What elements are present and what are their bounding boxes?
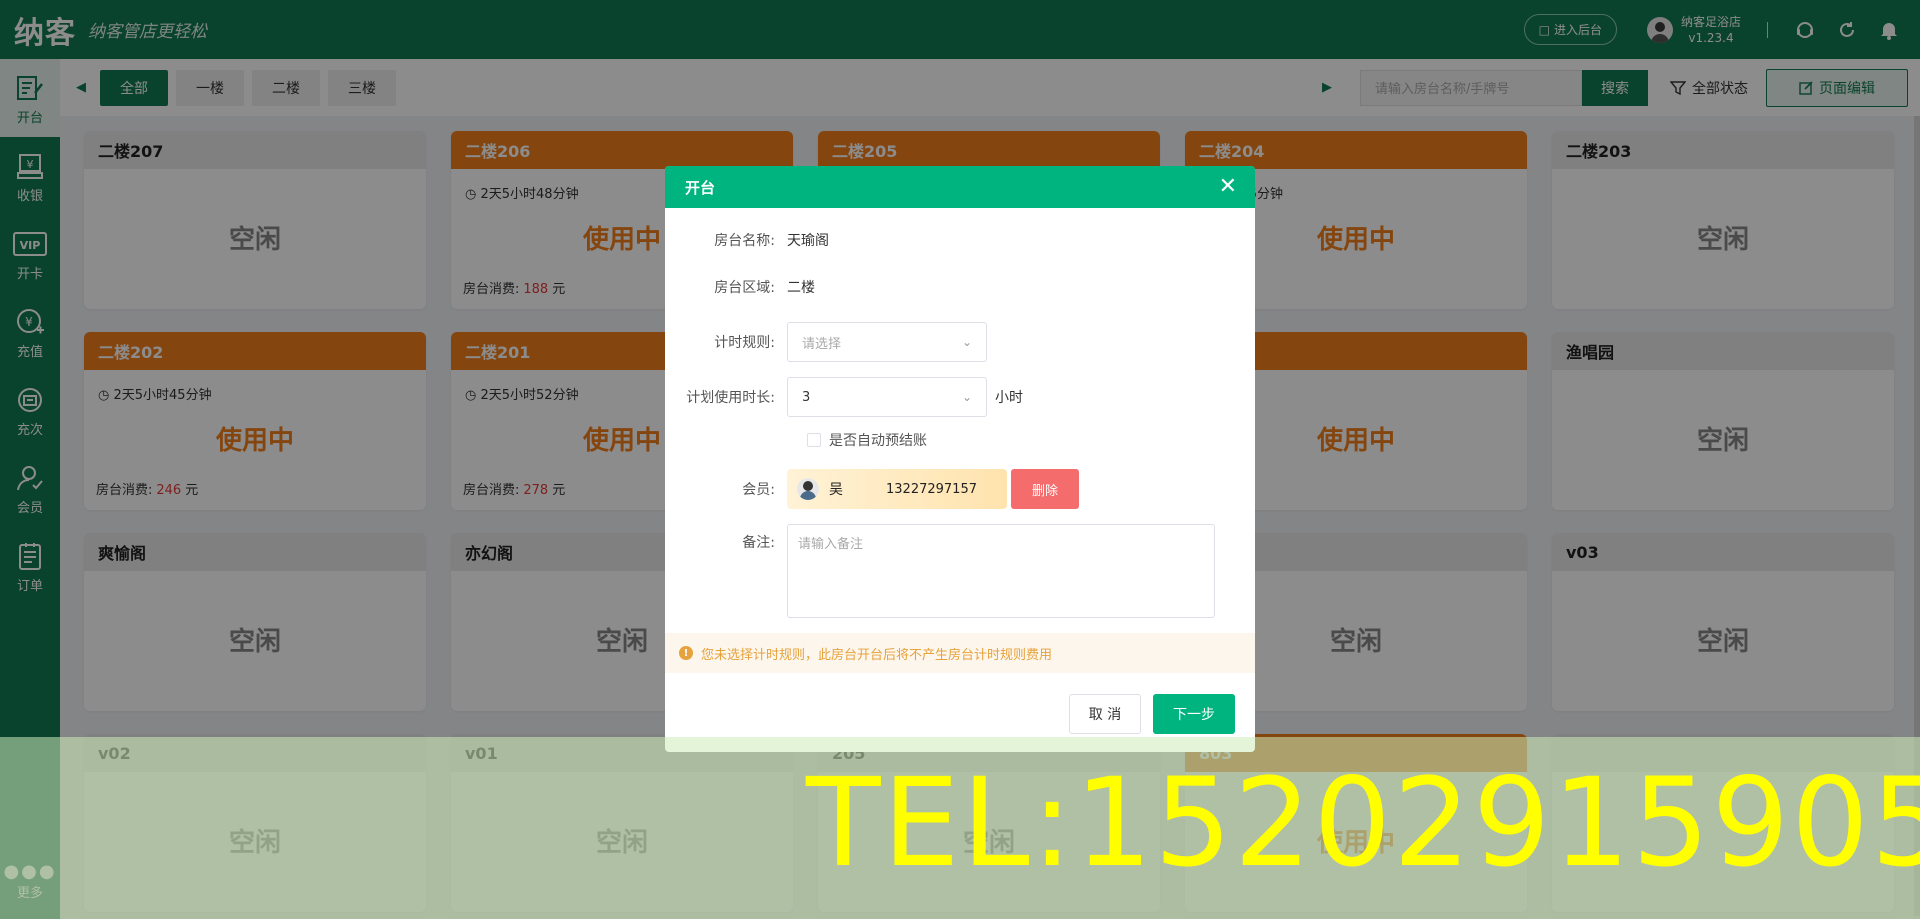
remark-row: 备注: 请输入备注 [665,524,1255,618]
room-area-value: 二楼 [787,280,815,296]
cancel-button[interactable]: 取 消 [1069,694,1141,734]
duration-label: 计划使用时长: [686,390,775,406]
duration-row: 计划使用时长: 3 ⌄ 小时 [665,377,1255,417]
open-table-dialog: 开台 ✕ 房台名称: 天瑜阁 房台区域: 二楼 计时规则: 请选择 ⌄ 计划使用… [665,166,1255,752]
room-name-label: 房台名称: [714,233,775,249]
dialog-header: 开台 ✕ [665,166,1255,208]
member-phone: 13227297157 [886,481,977,497]
warning-text: 您未选择计时规则，此房台开台后将不产生房台计时规则费用 [701,647,1053,663]
timing-rule-warning: ! 您未选择计时规则，此房台开台后将不产生房台计时规则费用 [665,633,1255,673]
timing-rule-row: 计时规则: 请选择 ⌄ [665,322,1255,362]
next-step-button[interactable]: 下一步 [1153,694,1235,734]
remark-textarea[interactable]: 请输入备注 [787,524,1215,618]
auto-settle-checkbox[interactable] [807,433,821,447]
timing-rule-placeholder: 请选择 [802,336,842,352]
duration-unit: 小时 [995,390,1023,406]
chevron-down-icon: ⌄ [961,390,972,404]
warning-icon: ! [679,646,693,660]
dialog-title: 开台 [685,178,716,197]
close-icon[interactable]: ✕ [1219,174,1237,199]
member-name: 吴 [829,482,843,498]
room-name-row: 房台名称: 天瑜阁 [665,230,1255,250]
auto-settle-label: 是否自动预结账 [829,433,927,449]
watermark-phone: TEL:15202915905 [806,752,1920,894]
member-label: 会员: [742,482,775,498]
duration-select[interactable]: 3 ⌄ [787,377,987,417]
chevron-down-icon: ⌄ [961,335,972,349]
timing-rule-label: 计时规则: [714,335,775,351]
duration-value: 3 [802,389,811,405]
room-area-label: 房台区域: [714,280,775,296]
member-avatar [797,478,819,500]
auto-settle-option[interactable]: 是否自动预结账 [807,430,927,450]
timing-rule-select[interactable]: 请选择 ⌄ [787,322,987,362]
member-card[interactable]: 吴 13227297157 [787,469,1007,509]
room-name-value: 天瑜阁 [787,233,829,249]
member-row: 会员: 吴 13227297157 删除 [665,469,1255,509]
remark-label: 备注: [742,535,775,551]
delete-member-button[interactable]: 删除 [1011,469,1079,509]
room-area-row: 房台区域: 二楼 [665,277,1255,297]
